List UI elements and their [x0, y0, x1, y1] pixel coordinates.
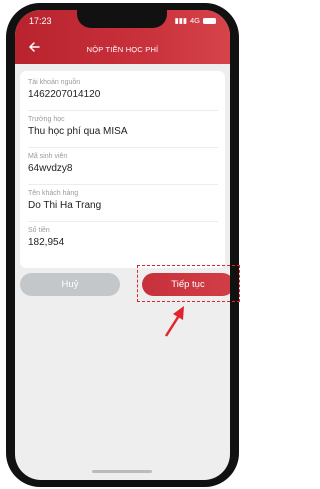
- divider: [28, 147, 218, 148]
- field-value: 1462207014120: [28, 89, 101, 100]
- phone-frame: 17:23 ▮▮▮ 4G NỘP TIỀN HỌC PHÍ Tài khoản …: [6, 3, 239, 487]
- field-label: Tài khoản nguồn: [28, 79, 81, 86]
- divider: [28, 184, 218, 185]
- cancel-button[interactable]: Huỷ: [20, 273, 120, 296]
- field-customer-name: Tên khách hàng Do Thi Ha Trang: [28, 190, 218, 211]
- field-value: 182,954: [28, 237, 65, 248]
- divider: [28, 110, 218, 111]
- annotation-highlight-box: [137, 265, 240, 302]
- field-value: Thu học phí qua MISA: [28, 126, 128, 137]
- device-notch: [77, 10, 167, 28]
- field-value: 64wvdzy8: [28, 163, 73, 174]
- field-amount: Số tiền 182,954: [28, 227, 218, 248]
- field-student-id[interactable]: Mã sinh viên 64wvdzy8: [28, 153, 218, 174]
- network-label: 4G: [189, 16, 200, 25]
- field-school[interactable]: Trường học Thu học phí qua MISA: [28, 116, 218, 137]
- status-indicators: ▮▮▮ 4G: [175, 16, 216, 25]
- status-time: 17:23: [29, 16, 52, 26]
- annotation-arrow-icon: [164, 306, 184, 337]
- app-header: 17:23 ▮▮▮ 4G NỘP TIỀN HỌC PHÍ: [15, 10, 230, 64]
- field-label: Số tiền: [28, 227, 50, 234]
- field-label: Mã sinh viên: [28, 153, 68, 160]
- payment-details-card: Tài khoản nguồn 1462207014120 Trường học…: [20, 71, 225, 268]
- page-title: NỘP TIỀN HỌC PHÍ: [86, 45, 159, 54]
- field-label: Trường học: [28, 116, 65, 123]
- signal-icon: ▮▮▮: [174, 16, 187, 25]
- field-value: Do Thi Ha Trang: [28, 200, 102, 211]
- field-source-account: Tài khoản nguồn 1462207014120: [28, 79, 218, 100]
- battery-icon: [203, 17, 216, 24]
- field-label: Tên khách hàng: [28, 190, 79, 197]
- divider: [28, 221, 218, 222]
- home-indicator: [92, 470, 152, 473]
- app-screen: 17:23 ▮▮▮ 4G NỘP TIỀN HỌC PHÍ Tài khoản …: [15, 10, 230, 480]
